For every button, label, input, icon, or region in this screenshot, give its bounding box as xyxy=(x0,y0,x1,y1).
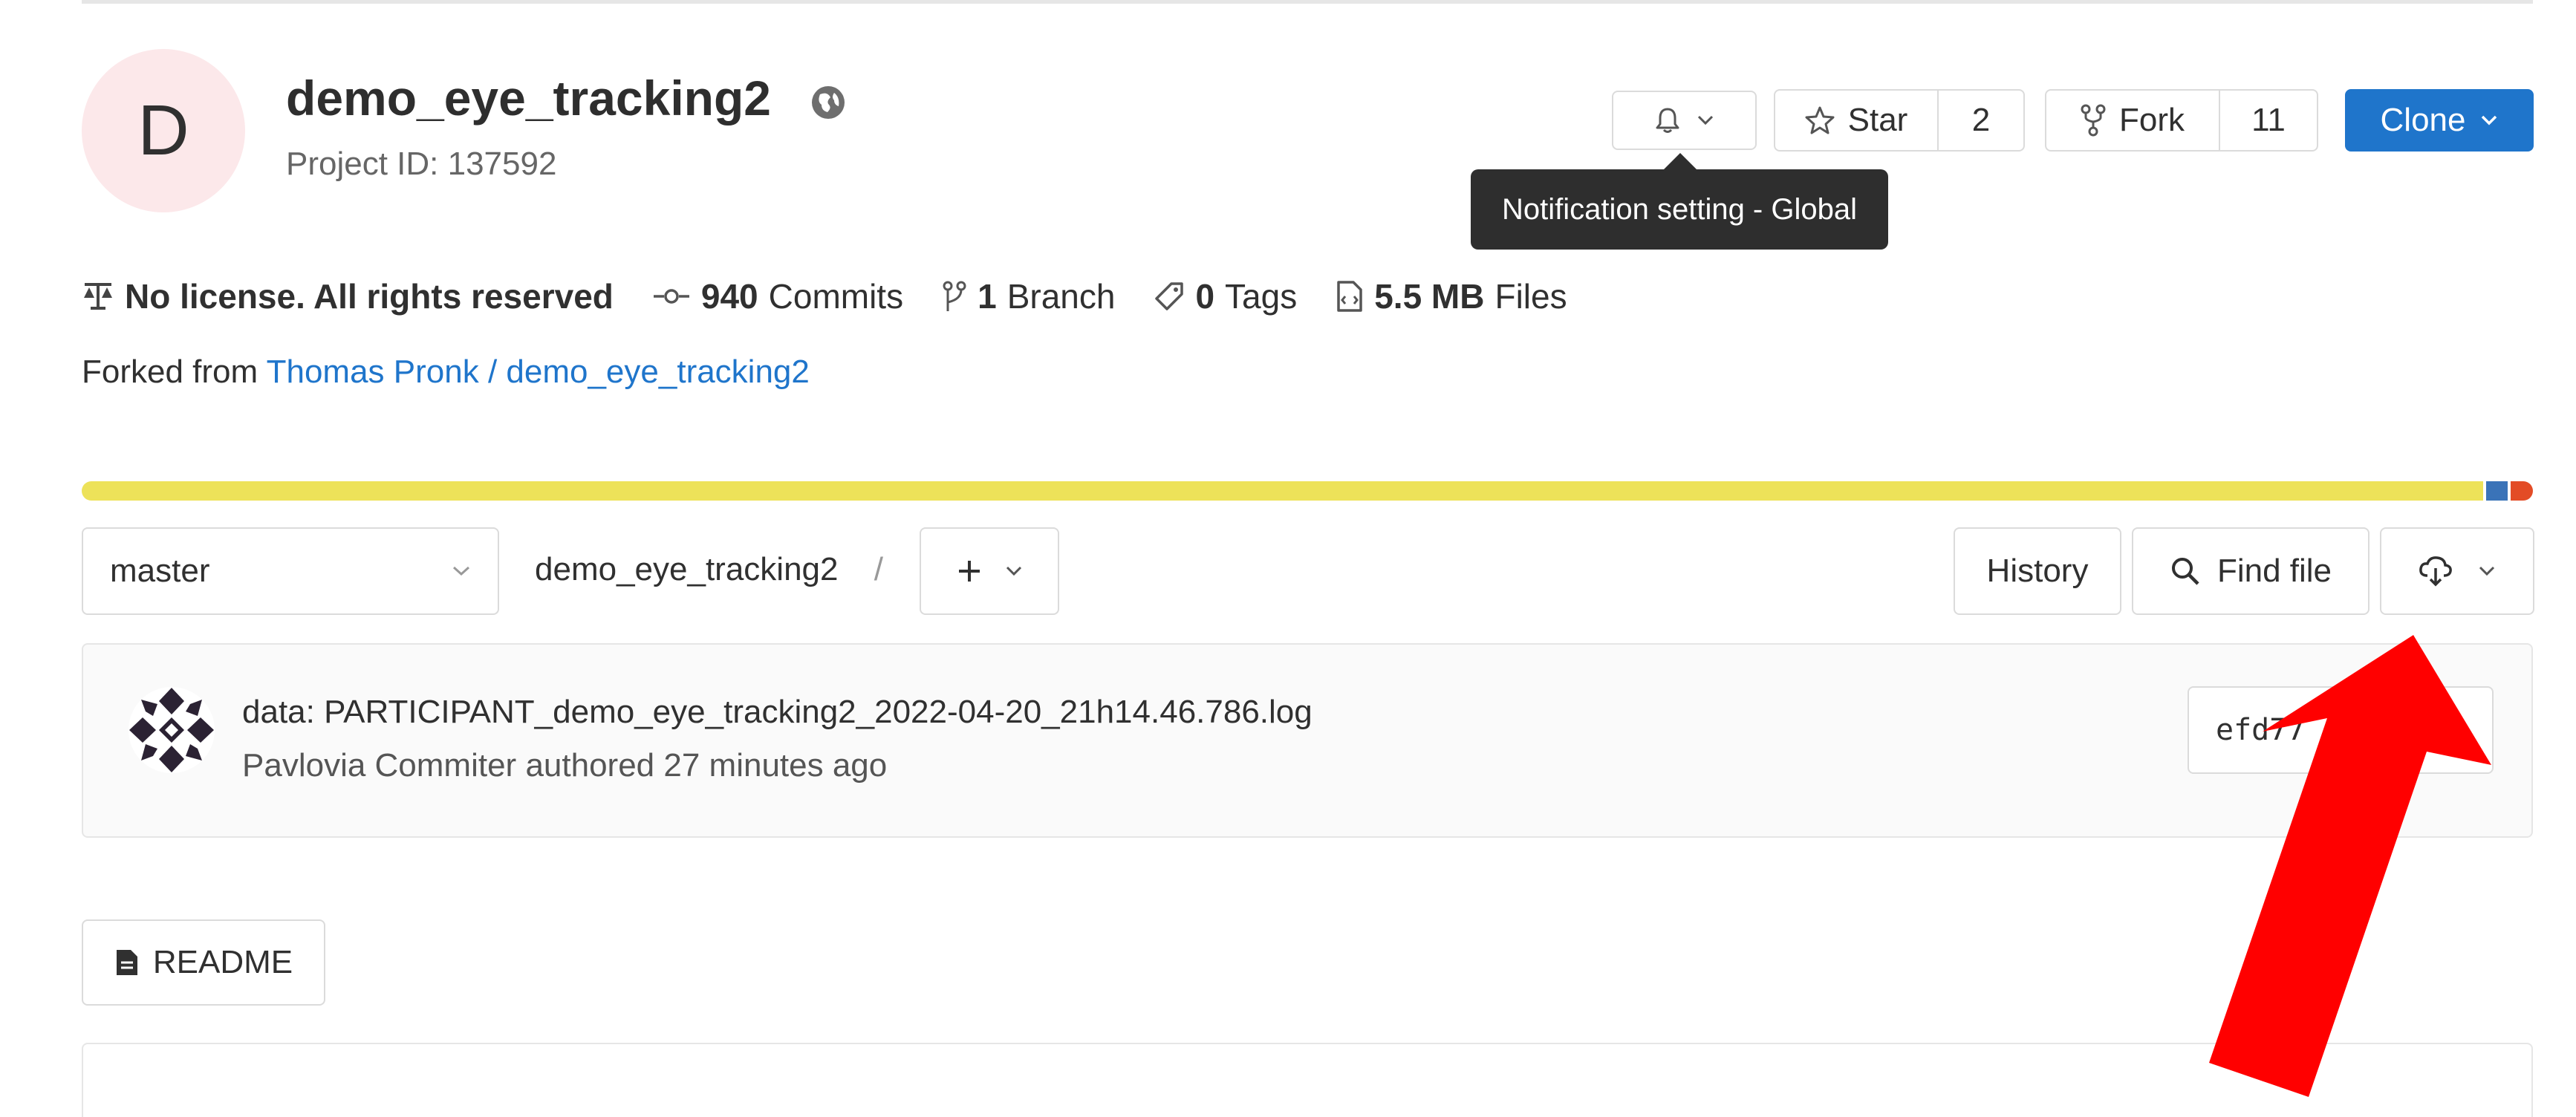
fork-label: Fork xyxy=(2119,102,2185,138)
chevron-down-icon xyxy=(1005,565,1023,577)
forked-from-link[interactable]: Thomas Pronk / demo_eye_tracking2 xyxy=(267,354,810,390)
files-size: 5.5 MB xyxy=(1374,277,1485,316)
fork-button-group: Fork 11 xyxy=(2045,89,2318,152)
find-file-label: Find file xyxy=(2216,553,2332,589)
readme-label: README xyxy=(152,944,293,980)
breadcrumb: demo_eye_tracking2 / xyxy=(535,551,883,588)
branch-select[interactable]: master xyxy=(82,527,499,615)
fork-icon xyxy=(2081,104,2106,137)
fork-button[interactable]: Fork xyxy=(2046,91,2219,150)
author-avatar[interactable] xyxy=(126,685,217,775)
branch-name: master xyxy=(110,553,210,589)
notification-button[interactable] xyxy=(1612,91,1757,150)
scale-icon xyxy=(82,281,114,311)
branch-icon xyxy=(942,280,967,313)
star-label: Star xyxy=(1847,102,1908,138)
commit-meta: Pavlovia Commiter authored 27 minutes ag… xyxy=(242,747,887,784)
chevron-down-icon xyxy=(1697,114,1714,126)
last-commit-panel xyxy=(82,643,2533,838)
files-stat[interactable]: 5.5 MB Files xyxy=(1336,276,1567,316)
download-icon xyxy=(2419,555,2453,587)
commit-icon xyxy=(652,287,691,305)
clone-button[interactable]: Clone xyxy=(2345,89,2534,152)
language-segment-0[interactable] xyxy=(82,481,2483,501)
annotation-arrow xyxy=(2184,624,2511,1099)
language-segment-2[interactable] xyxy=(2511,481,2533,501)
chevron-down-icon xyxy=(2478,565,2496,577)
license-stat[interactable]: No license. All rights reserved xyxy=(82,276,614,316)
language-segment-1[interactable] xyxy=(2485,481,2508,501)
repository-languages-bar xyxy=(82,481,2533,501)
readme-panel xyxy=(82,1043,2533,1117)
search-icon xyxy=(2170,556,2201,587)
document-icon xyxy=(114,948,140,977)
tags-count: 0 xyxy=(1195,277,1215,316)
project-id: Project ID: 137592 xyxy=(286,146,557,182)
star-count[interactable]: 2 xyxy=(1937,91,2023,150)
commit-time: authored 27 minutes ago xyxy=(525,747,888,784)
download-button[interactable] xyxy=(2380,527,2534,615)
files-label: Files xyxy=(1494,277,1567,316)
history-label: History xyxy=(1986,553,2089,589)
commit-title-link[interactable]: data: PARTICIPANT_demo_eye_tracking2_202… xyxy=(242,694,1313,731)
breadcrumb-root[interactable]: demo_eye_tracking2 xyxy=(535,551,838,587)
license-text: No license. All rights reserved xyxy=(125,277,614,316)
star-icon xyxy=(1805,105,1835,135)
history-button[interactable]: History xyxy=(1954,527,2121,615)
find-file-button[interactable]: Find file xyxy=(2132,527,2370,615)
globe-icon xyxy=(810,84,847,121)
commits-stat[interactable]: 940 Commits xyxy=(652,276,903,316)
tooltip-arrow xyxy=(1662,153,1698,171)
add-to-tree-button[interactable] xyxy=(920,527,1059,615)
branches-label: Branch xyxy=(1006,277,1116,316)
forked-from: Forked from Thomas Pronk / demo_eye_trac… xyxy=(82,354,810,391)
fork-count[interactable]: 11 xyxy=(2219,91,2317,150)
forked-from-label: Forked from xyxy=(82,354,258,390)
breadcrumb-separator: / xyxy=(874,551,883,587)
commit-author-link[interactable]: Pavlovia Commiter xyxy=(242,747,516,784)
commits-label: Commits xyxy=(768,277,904,316)
top-divider xyxy=(82,0,2533,4)
tags-stat[interactable]: 0 Tags xyxy=(1154,276,1297,316)
tag-icon xyxy=(1154,281,1185,312)
plus-icon xyxy=(956,558,983,584)
notification-tooltip: Notification setting - Global xyxy=(1471,169,1888,250)
branches-stat[interactable]: 1 Branch xyxy=(942,276,1115,316)
file-icon xyxy=(1336,280,1364,313)
readme-button[interactable]: README xyxy=(82,919,325,1006)
project-title[interactable]: demo_eye_tracking2 xyxy=(286,70,771,126)
commits-count: 940 xyxy=(700,277,758,316)
tags-label: Tags xyxy=(1225,277,1298,316)
clone-label: Clone xyxy=(2380,102,2466,138)
project-avatar: D xyxy=(82,49,245,212)
chevron-down-icon xyxy=(452,565,471,577)
bell-icon xyxy=(1655,107,1680,134)
project-stats: No license. All rights reserved 940 Comm… xyxy=(82,270,1567,322)
star-button[interactable]: Star xyxy=(1775,91,1937,150)
chevron-down-icon xyxy=(2480,114,2498,126)
branches-count: 1 xyxy=(978,277,997,316)
star-button-group: Star 2 xyxy=(1774,89,2025,152)
